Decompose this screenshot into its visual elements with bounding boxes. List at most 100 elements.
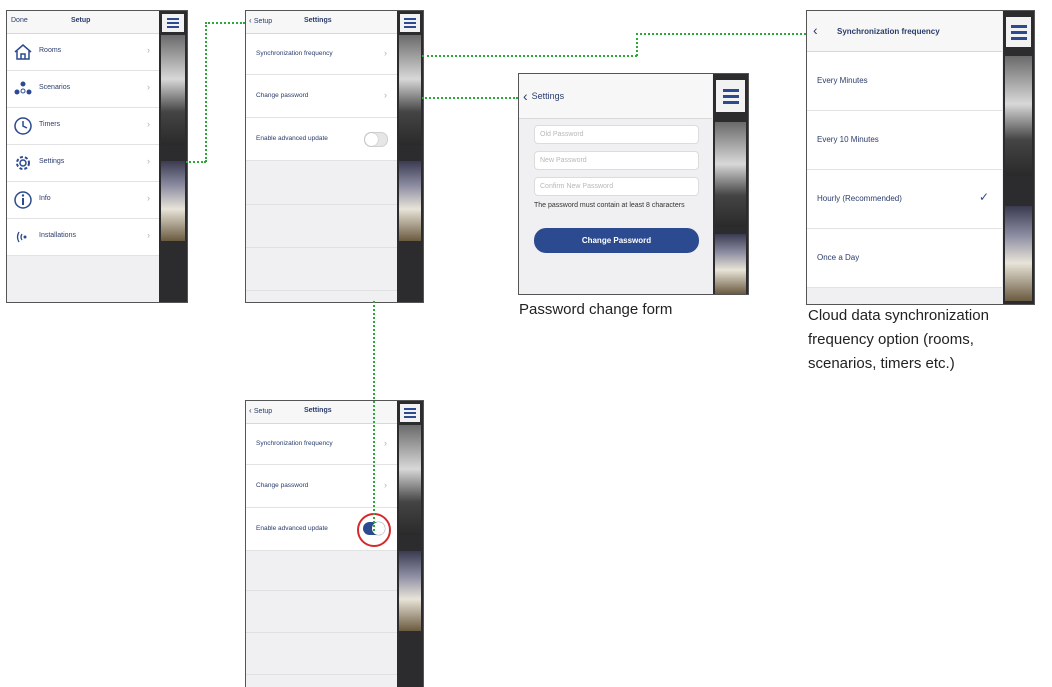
sidebar-panel <box>713 74 748 294</box>
sidebar-item-label: Rooms <box>39 47 62 54</box>
chevron-right-icon: › <box>147 193 150 203</box>
change-password-button[interactable]: Change Password <box>534 228 699 253</box>
back-button[interactable]: ‹ Setup <box>249 406 272 415</box>
room-photo <box>715 234 746 294</box>
row-label: Change password <box>256 482 309 489</box>
sidebar-item-installations[interactable]: Installations › <box>7 219 159 256</box>
chevron-right-icon: › <box>384 438 387 448</box>
menu-button[interactable] <box>716 80 745 112</box>
row-label: Enable advanced update <box>256 135 328 142</box>
sidebar-panel <box>397 401 423 687</box>
sidebar-item-timers[interactable]: Timers › <box>7 108 159 145</box>
connector-line <box>422 97 518 99</box>
room-photo <box>1005 56 1032 176</box>
chevron-right-icon: › <box>384 90 387 100</box>
connector-line <box>205 22 245 24</box>
room-photo <box>1005 206 1032 301</box>
sidebar-panel <box>397 11 423 302</box>
chevron-right-icon: › <box>147 45 150 55</box>
old-password-field[interactable]: Old Password <box>534 125 699 144</box>
chevron-right-icon: › <box>147 230 150 240</box>
sidebar-item-rooms[interactable]: Rooms › <box>7 34 159 71</box>
checkmark-icon: ✓ <box>979 190 990 204</box>
setup-header: Done Setup <box>7 11 159 34</box>
room-photo <box>715 122 746 227</box>
divider <box>246 632 397 633</box>
chevron-right-icon: › <box>147 119 150 129</box>
menu-button[interactable] <box>162 14 184 32</box>
confirm-password-field[interactable]: Confirm New Password <box>534 177 699 196</box>
back-label: Setup <box>253 18 273 25</box>
sync-option[interactable]: Once a Day <box>807 229 1002 288</box>
sync-caption-line-2: frequency option (rooms, <box>808 331 974 348</box>
timer-icon <box>14 117 32 135</box>
info-icon <box>14 191 32 209</box>
option-label: Hourly (Recommended) <box>817 194 902 203</box>
sidebar-panel <box>1003 11 1034 304</box>
row-label: Change password <box>256 92 309 99</box>
advanced-update-toggle[interactable] <box>364 132 388 147</box>
sidebar-item-label: Info <box>39 195 51 202</box>
room-photo <box>399 161 421 241</box>
sync-option[interactable]: Every Minutes <box>807 52 1002 111</box>
sidebar-item-label: Installations <box>39 232 76 239</box>
done-button[interactable]: Done <box>11 17 28 24</box>
house-icon <box>14 44 32 60</box>
setup-screen: Done Setup Rooms › Scenarios › Timers › … <box>6 10 188 303</box>
page-title: Synchronization frequency <box>837 27 940 36</box>
menu-button[interactable] <box>400 404 420 422</box>
settings-screen: ‹ Setup Settings Synchronization frequen… <box>245 10 424 303</box>
page-title: Settings <box>304 17 332 24</box>
option-label: Every 10 Minutes <box>817 135 879 144</box>
sync-caption-line-3: scenarios, timers etc.) <box>808 355 955 372</box>
room-photo <box>161 35 185 145</box>
row-label: Enable advanced update <box>256 525 328 532</box>
scenarios-icon <box>14 81 32 95</box>
divider <box>246 204 397 205</box>
hamburger-icon <box>167 18 179 28</box>
connector-line <box>373 301 375 531</box>
sidebar-item-label: Settings <box>39 158 65 165</box>
page-title: Setup <box>71 17 91 24</box>
hamburger-icon <box>404 18 416 28</box>
new-password-field[interactable]: New Password <box>534 151 699 170</box>
room-photo <box>399 425 421 535</box>
back-button[interactable]: ‹ Settings <box>523 88 564 104</box>
back-button[interactable]: ‹ <box>813 22 818 38</box>
sync-frequency-row[interactable]: Synchronization frequency › <box>246 34 397 75</box>
change-password-row[interactable]: Change password › <box>246 75 397 118</box>
row-label: Synchronization frequency <box>256 50 333 57</box>
row-label: Synchronization frequency <box>256 440 333 447</box>
gear-icon <box>16 156 30 170</box>
connector-line <box>186 161 206 163</box>
sync-frequency-screen: ‹ Synchronization frequency Every Minute… <box>806 10 1035 305</box>
sidebar-panel <box>159 11 187 302</box>
divider <box>246 590 397 591</box>
sidebar-item-scenarios[interactable]: Scenarios › <box>7 71 159 108</box>
option-label: Once a Day <box>817 253 860 262</box>
password-caption: Password change form <box>519 301 673 318</box>
sync-option[interactable]: Every 10 Minutes <box>807 111 1002 170</box>
hamburger-icon <box>722 89 739 104</box>
chevron-right-icon: › <box>147 82 150 92</box>
divider <box>246 247 397 248</box>
wireless-icon <box>16 231 27 243</box>
menu-button[interactable] <box>400 14 420 32</box>
sidebar-item-info[interactable]: Info › <box>7 182 159 219</box>
advanced-update-row: Enable advanced update <box>246 118 397 161</box>
settings-screen-enabled: ‹ Setup Settings Synchronization frequen… <box>245 400 424 687</box>
option-label: Every Minutes <box>817 76 868 85</box>
chevron-right-icon: › <box>147 156 150 166</box>
toggle-knob <box>365 133 378 146</box>
password-header: ‹ Settings <box>519 74 712 119</box>
hamburger-icon <box>1010 25 1027 40</box>
menu-button[interactable] <box>1006 17 1031 47</box>
page-title: Settings <box>304 407 332 414</box>
sidebar-item-label: Scenarios <box>39 84 71 91</box>
sync-option[interactable]: Hourly (Recommended) ✓ <box>807 170 1002 229</box>
connector-line <box>636 33 806 35</box>
sidebar-item-label: Timers <box>39 121 61 128</box>
back-button[interactable]: ‹ Setup <box>249 16 272 25</box>
sidebar-item-settings[interactable]: Settings › <box>7 145 159 182</box>
settings-header: ‹ Setup Settings <box>246 11 397 34</box>
